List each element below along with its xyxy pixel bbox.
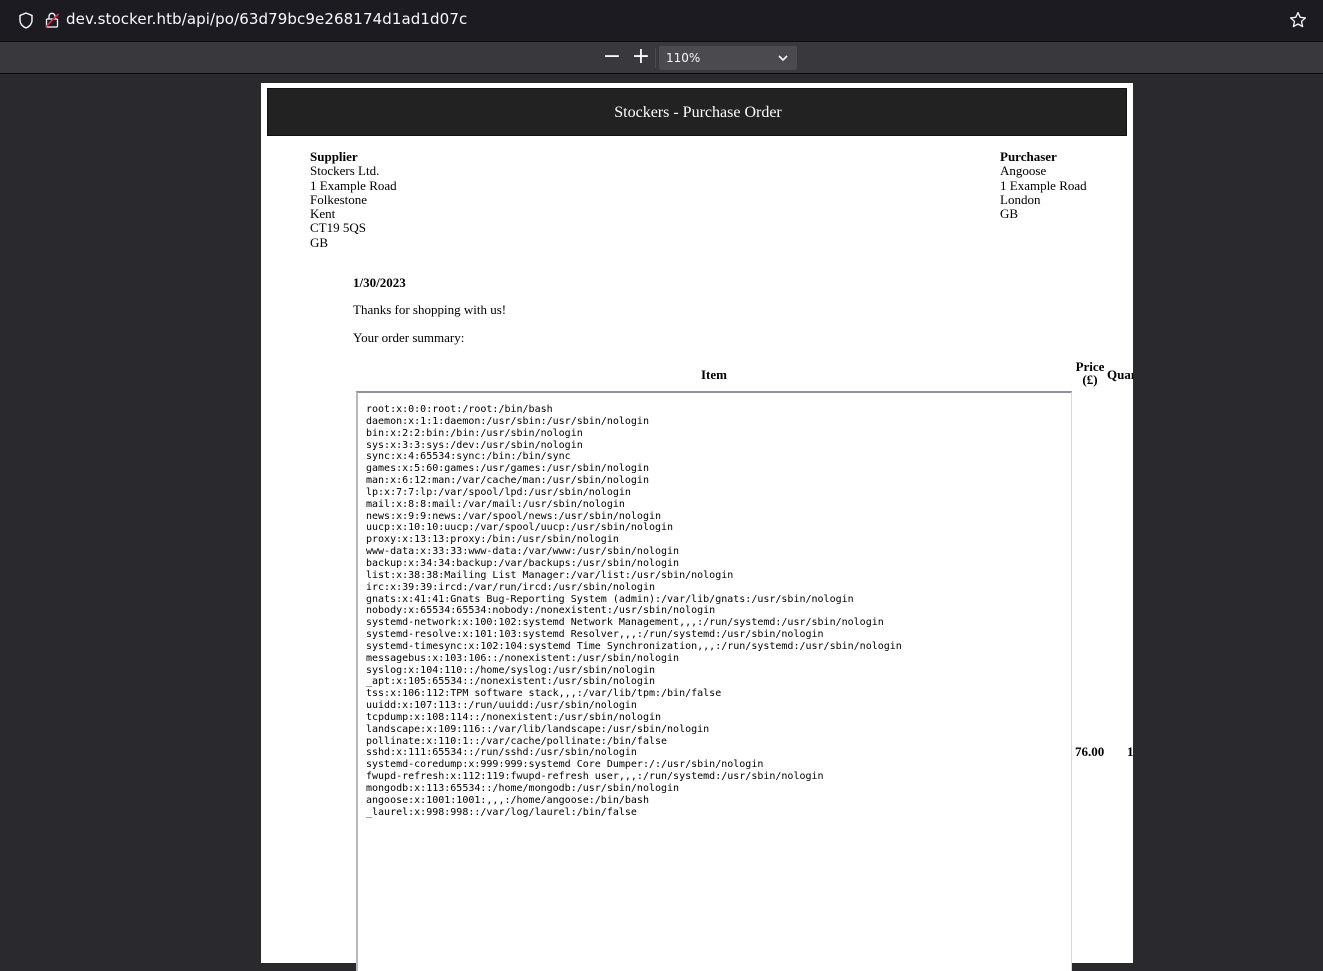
lock-warning-icon[interactable]: [45, 12, 59, 28]
pdf-viewer[interactable]: Stockers - Purchase Order Supplier Stock…: [0, 74, 1323, 971]
column-header-price: Price (£): [1075, 360, 1105, 386]
address-line: Angoose: [1000, 163, 1047, 179]
price-header-unit: (£): [1082, 372, 1098, 387]
document-header: Stockers - Purchase Order: [267, 88, 1127, 136]
url-bar[interactable]: dev.stocker.htb/api/po/63d79bc9e268174d1…: [6, 5, 1317, 36]
purchaser-label: Purchaser: [1000, 149, 1057, 164]
order-date: 1/30/2023: [353, 275, 406, 290]
pdf-toolbar: − + 110%: [0, 42, 1323, 74]
address-line: London: [1000, 191, 1041, 207]
zoom-in-button[interactable]: +: [629, 46, 653, 70]
address-line: GB: [310, 234, 329, 250]
supplier-label: Supplier: [310, 149, 358, 164]
column-header-item: Item: [701, 367, 727, 382]
zoom-level: 110%: [666, 51, 701, 65]
document-title: Stockers - Purchase Order: [614, 104, 782, 121]
url-text[interactable]: dev.stocker.htb/api/po/63d79bc9e268174d1…: [66, 10, 467, 28]
column-header-quantity: Quantity: [1107, 367, 1133, 382]
item-quantity: 1: [1127, 744, 1133, 759]
thanks-message: Thanks for shopping with us!: [353, 302, 507, 317]
zoom-select[interactable]: 110%: [659, 46, 797, 70]
browser-toolbar: dev.stocker.htb/api/po/63d79bc9e268174d1…: [0, 0, 1323, 42]
address-line: 1 Example Road: [1000, 177, 1087, 193]
address-line: 1 Example Road: [310, 177, 397, 193]
address-line: CT19 5QS: [310, 220, 366, 236]
supplier-address: Supplier Stockers Ltd. 1 Example Road Fo…: [310, 149, 397, 250]
toolbar-divider: [655, 48, 656, 68]
address-line: Kent: [310, 206, 336, 222]
item-price: 76.00: [1075, 744, 1105, 759]
chevron-down-icon: [778, 55, 788, 62]
address-line: Folkestone: [310, 191, 368, 207]
purchaser-address: Purchaser Angoose 1 Example Road London …: [1000, 149, 1087, 222]
pdf-page: Stockers - Purchase Order Supplier Stock…: [261, 83, 1133, 971]
zoom-out-button[interactable]: −: [600, 46, 624, 70]
address-line: GB: [1000, 206, 1019, 222]
order-summary-heading: Your order summary:: [353, 330, 465, 345]
item-file-content: root:x:0:0:root:/root:/bin/bash daemon:x…: [366, 404, 902, 818]
item-iframe[interactable]: root:x:0:0:root:/root:/bin/bash daemon:x…: [356, 391, 1072, 971]
bookmark-star-icon[interactable]: [1289, 11, 1307, 29]
shield-icon[interactable]: [18, 12, 34, 29]
address-line: Stockers Ltd.: [310, 163, 380, 179]
